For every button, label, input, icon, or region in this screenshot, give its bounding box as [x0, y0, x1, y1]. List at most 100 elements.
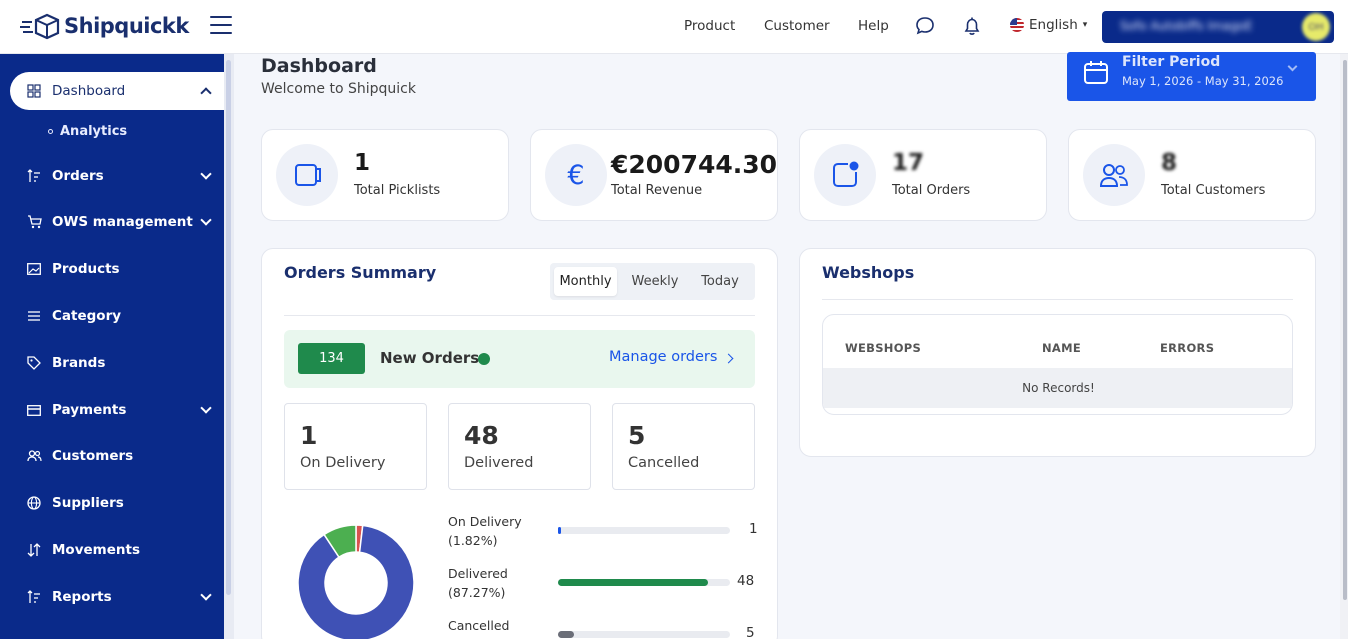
avatar: OH [1302, 13, 1330, 41]
app-logo[interactable]: Shipquickk [20, 12, 189, 40]
caret-down-icon: ▾ [1082, 20, 1088, 30]
arrows-icon [26, 542, 42, 558]
sidebar-item-orders[interactable]: Orders [10, 157, 224, 195]
sidebar-item-dashboard[interactable]: Dashboard [10, 72, 224, 110]
nav-help[interactable]: Help [858, 18, 889, 34]
new-orders-count: 134 [298, 343, 365, 374]
user-name: Sofo Autobiffs ImagoE [1120, 19, 1253, 33]
filter-period-button[interactable]: Filter Period May 1, 2026 - May 31, 2026 [1067, 52, 1316, 101]
sidebar-item-customers[interactable]: Customers [10, 437, 224, 475]
sidebar-item-label: Category [52, 308, 122, 324]
new-orders-label: New Orders [380, 349, 480, 367]
notification-icon [814, 144, 876, 206]
bar-label-delivered: Delivered (87.27%) [448, 564, 508, 602]
language-label: English [1029, 17, 1078, 33]
tab-monthly[interactable]: Monthly [554, 267, 617, 296]
bullet-icon [48, 129, 53, 134]
sidebar-item-label: Payments [52, 402, 127, 418]
tag-icon [26, 355, 42, 371]
users-icon [26, 448, 42, 464]
bar-label-text: Cancelled [448, 618, 510, 633]
page-title: Dashboard [261, 55, 377, 77]
chat-icon[interactable] [914, 15, 936, 37]
orders-donut-chart [297, 524, 415, 639]
progress-bar-fill [558, 631, 574, 638]
column-header-name[interactable]: NAME [1042, 341, 1081, 355]
count-cancelled: 5 Cancelled [612, 403, 755, 490]
sidebar-item-label: Customers [52, 448, 134, 464]
euro-icon: € [545, 144, 607, 206]
cube-logo-icon [20, 13, 60, 40]
progress-bar-fill [558, 579, 709, 586]
sidebar-item-label: Brands [52, 355, 106, 371]
count-label: Delivered [464, 455, 534, 471]
sidebar-item-label: OWS management [52, 214, 193, 230]
stat-label: Total Customers [1161, 183, 1266, 198]
divider [822, 299, 1293, 300]
sidebar-item-brands[interactable]: Brands [10, 344, 224, 382]
sidebar-item-category[interactable]: Category [10, 297, 224, 335]
menu-toggle-button[interactable] [210, 16, 232, 36]
stat-value: €200744.30 [611, 150, 778, 179]
sidebar-subitem-analytics[interactable]: Analytics [48, 124, 127, 139]
bell-icon[interactable] [961, 15, 983, 37]
sidebar-subitem-label: Analytics [60, 124, 128, 139]
manage-orders-link[interactable]: Manage orders [609, 349, 717, 365]
nav-product[interactable]: Product [684, 18, 735, 34]
column-header-webshops[interactable]: WEBSHOPS [845, 341, 921, 355]
language-selector[interactable]: English ▾ [1010, 17, 1087, 33]
sidebar-item-label: Reports [52, 589, 112, 605]
clipboard-icon [276, 144, 338, 206]
new-orders-banner: 134 New Orders Manage orders [284, 330, 755, 388]
list-icon [26, 308, 42, 324]
chevron-down-icon [200, 214, 212, 226]
sidebar-item-payments[interactable]: Payments [10, 391, 224, 429]
sidebar-item-products[interactable]: Products [10, 250, 224, 288]
stat-label: Total Orders [892, 183, 971, 198]
column-header-errors[interactable]: ERRORS [1160, 341, 1214, 355]
stat-card-customers: 8 Total Customers [1068, 129, 1316, 221]
us-flag-icon [1010, 18, 1024, 32]
chevron-down-icon [200, 168, 212, 180]
tab-today[interactable]: Today [690, 267, 750, 296]
nav-customer[interactable]: Customer [764, 18, 830, 34]
sidebar-scrollbar[interactable] [226, 60, 231, 595]
divider [284, 315, 755, 316]
sidebar-item-label: Products [52, 261, 120, 277]
progress-bar-delivered [558, 579, 730, 586]
image-icon [26, 261, 42, 277]
chevron-right-icon[interactable] [723, 353, 734, 364]
grid-icon [26, 83, 42, 99]
stat-label: Total Revenue [611, 183, 703, 198]
sidebar-item-suppliers[interactable]: Suppliers [10, 484, 224, 522]
user-menu[interactable]: Sofo Autobiffs ImagoE OH [1102, 11, 1334, 43]
chevron-down-icon [200, 402, 212, 414]
count-on-delivery: 1 On Delivery [284, 403, 427, 490]
count-value: 5 [628, 421, 646, 450]
sidebar-item-ows-management[interactable]: OWS management [10, 203, 224, 241]
page-scrollbar[interactable] [1343, 60, 1347, 600]
sort-icon [26, 168, 42, 184]
tab-weekly[interactable]: Weekly [622, 267, 688, 296]
webshops-table: WEBSHOPS NAME ERRORS No Records! [822, 314, 1293, 415]
count-label: On Delivery [300, 455, 386, 471]
card-icon [26, 402, 42, 418]
status-dot-icon [478, 353, 490, 365]
bar-label-cancelled: Cancelled [448, 616, 509, 635]
bar-label-pct: (1.82%) [448, 533, 498, 548]
sidebar-item-movements[interactable]: Movements [10, 531, 224, 569]
bar-label-pct: (87.27%) [448, 585, 506, 600]
sidebar-item-reports[interactable]: Reports [10, 578, 224, 616]
calendar-icon [1084, 61, 1108, 84]
sidebar-item-label: Orders [52, 168, 104, 184]
chevron-up-icon [200, 87, 212, 99]
app-name: Shipquickk [64, 14, 189, 38]
page-subtitle: Welcome to Shipquick [261, 81, 416, 97]
count-delivered: 48 Delivered [448, 403, 591, 490]
period-tabs: Monthly Weekly Today [550, 263, 755, 300]
filter-title: Filter Period [1122, 54, 1221, 70]
stat-card-revenue: € €200744.30 Total Revenue [530, 129, 778, 221]
stat-value: 17 [892, 150, 925, 176]
bar-label-text: Delivered [448, 566, 508, 581]
progress-bar-fill [558, 527, 562, 534]
